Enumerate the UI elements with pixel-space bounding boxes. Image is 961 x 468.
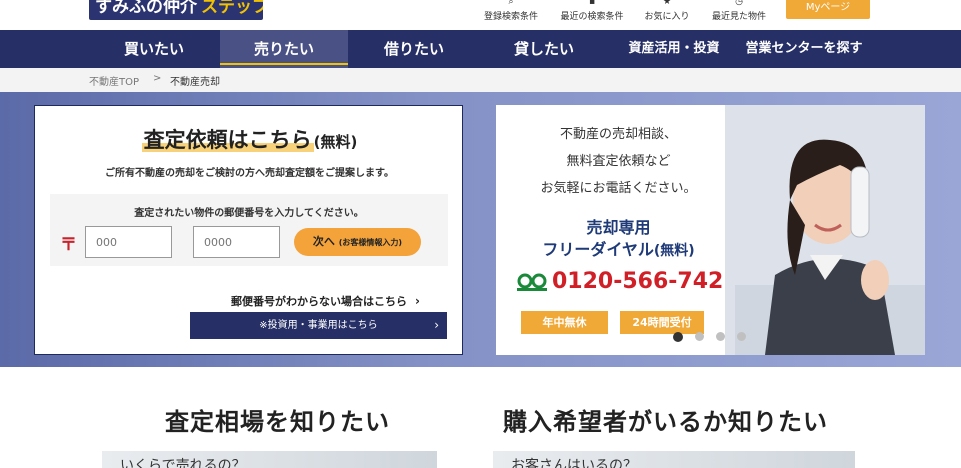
nav-buy[interactable]: 買いたい (90, 30, 218, 68)
call-heading-suffix: (無料) (653, 243, 695, 259)
operator-illustration-icon (725, 105, 925, 355)
carousel-dot[interactable] (716, 332, 725, 341)
investment-label: ※投資用・事業用はこちら (259, 320, 378, 331)
document-icon: ▪ (588, 0, 596, 7)
form-subtitle: ご所有不動産の売却をご検討の方へ売却査定額をご提案します。 (105, 168, 394, 179)
nav-lease[interactable]: 貸したい (480, 30, 608, 68)
open-all-year-badge: 年中無休 (521, 311, 608, 334)
clock-icon: ◷ (735, 0, 743, 7)
nav-investment[interactable]: 資産活用・投資 (614, 30, 734, 68)
saved-search-link[interactable]: ⌕ 登録検索条件 (481, 0, 541, 26)
zip-second-input[interactable] (193, 226, 280, 258)
breadcrumb-current: 不動産売却 (170, 77, 220, 88)
call-heading-line1: 売却専用 (586, 218, 651, 237)
call-line: 不動産の売却相談、 (559, 127, 677, 142)
nav-rent[interactable]: 借りたい (350, 30, 478, 68)
next-button[interactable]: 次へ (お客様情報入力) (294, 228, 421, 256)
favorites-label: お気に入り (644, 12, 690, 22)
appraisal-form-card: 査定依頼はこちら (無料) ご所有不動産の売却をご検討の方へ売却査定額をご提案しま… (34, 105, 463, 355)
carousel-dot[interactable] (737, 332, 746, 341)
form-title: 査定依頼はこちら (無料) (35, 124, 464, 154)
24-hours-badge: 24時間受付 (620, 311, 704, 334)
call-line: 無料査定依頼など (566, 154, 671, 169)
logo-accent: ステップ (201, 0, 263, 17)
postal-mark-icon: 〒 (60, 235, 77, 255)
recently-viewed-label: 最近見た物件 (711, 12, 766, 22)
recent-search-label: 最近の検索条件 (560, 12, 624, 22)
phone-number[interactable]: 0120-566-742 (516, 269, 723, 294)
call-heading-line2: フリーダイヤル (542, 240, 654, 259)
zip-label: 査定されたい物件の郵便番号を入力してください。 (134, 208, 364, 219)
operator-photo (725, 105, 925, 355)
section-title-buyers: 購入希望者がいるか知りたい (503, 408, 828, 436)
global-nav: 買いたい 売りたい 借りたい 貸したい 資産活用・投資 営業センターを探す (0, 30, 961, 68)
logo-text: すみふの仲介 (95, 0, 197, 17)
appraisal-teaser-text: いくらで売れるの？ (120, 458, 246, 468)
call-line: お気軽にお電話ください。 (540, 181, 697, 196)
buyers-teaser-text: お客さんはいるの？ (511, 458, 637, 468)
freedial-icon (516, 272, 548, 292)
chevron-right-icon: › (434, 318, 439, 332)
recent-search-link[interactable]: ▪ 最近の検索条件 (556, 0, 628, 26)
call-heading: 売却専用 フリーダイヤル(無料) (506, 217, 731, 262)
saved-search-label: 登録検索条件 (483, 12, 538, 22)
investment-link-button[interactable]: ※投資用・事業用はこちら › (190, 312, 447, 339)
phone-banner[interactable]: 不動産の売却相談、 無料査定依頼など お気軽にお電話ください。 売却専用 フリー… (496, 105, 925, 355)
mypage-button[interactable]: Myページ (786, 0, 870, 19)
recently-viewed-link[interactable]: ◷ 最近見た物件 (706, 0, 772, 26)
appraisal-teaser-card[interactable]: いくらで売れるの？ (102, 451, 437, 468)
search-icon: ⌕ (508, 0, 514, 7)
buyers-teaser-card[interactable]: お客さんはいるの？ (493, 451, 855, 468)
zip-first-input[interactable] (85, 226, 172, 258)
carousel-dot[interactable] (695, 332, 704, 341)
unknown-zip-link[interactable]: 郵便番号がわからない場合はこちら › (231, 293, 420, 309)
form-title-main: 査定依頼はこちら (141, 128, 314, 152)
nav-find-office[interactable]: 営業センターを探す (736, 30, 872, 68)
star-icon: ★ (662, 0, 672, 7)
carousel-dot[interactable] (673, 332, 683, 342)
next-label: 次へ (312, 235, 335, 248)
breadcrumb: 不動産TOP > 不動産売却 (0, 68, 961, 92)
site-logo[interactable]: すみふの仲介 ステップ (89, 0, 263, 20)
section-title-appraisal: 査定相場を知りたい (165, 408, 390, 436)
next-sublabel: (お客様情報入力) (338, 238, 403, 247)
breadcrumb-separator: > (153, 73, 162, 84)
site-header: すみふの仲介 ステップ ⌕ 登録検索条件 ▪ 最近の検索条件 ★ お気に入り ◷ … (0, 0, 961, 30)
phone-number-text: 0120-566-742 (552, 269, 724, 294)
zip-panel: 査定されたい物件の郵便番号を入力してください。 〒 - 次へ (お客様情報入力) (50, 194, 448, 266)
breadcrumb-home[interactable]: 不動産TOP (89, 73, 139, 88)
favorites-link[interactable]: ★ お気に入り (641, 0, 693, 26)
call-message: 不動産の売却相談、 無料査定依頼など お気軽にお電話ください。 (506, 121, 731, 202)
form-title-suffix: (無料) (313, 133, 358, 151)
chevron-right-icon: › (415, 294, 420, 308)
nav-sell[interactable]: 売りたい (220, 30, 348, 68)
unknown-zip-label: 郵便番号がわからない場合はこちら (231, 295, 407, 308)
